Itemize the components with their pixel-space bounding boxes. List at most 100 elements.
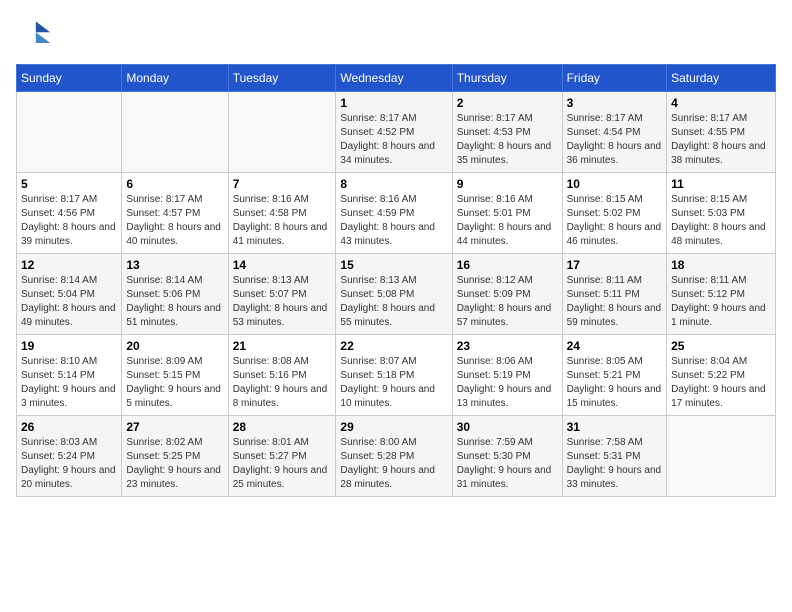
day-number: 17 — [567, 258, 662, 272]
calendar-cell: 11 Sunrise: 8:15 AMSunset: 5:03 PMDayligh… — [667, 173, 776, 254]
day-number: 18 — [671, 258, 771, 272]
calendar-week-3: 12 Sunrise: 8:14 AMSunset: 5:04 PMDayligh… — [17, 254, 776, 335]
calendar-cell: 2Sunrise: 8:17 AMSunset: 4:53 PMDaylight… — [452, 92, 562, 173]
day-info: Sunrise: 8:17 AMSunset: 4:56 PMDaylight:… — [21, 193, 117, 249]
day-number: 5 — [21, 177, 117, 191]
day-info: Sunrise: 8:16 AMSunset: 5:01 PMDaylight:… — [457, 193, 558, 249]
weekday-header-sunday: Sunday — [17, 65, 122, 92]
calendar-cell: 14 Sunrise: 8:13 AMSunset: 5:07 PMDayligh… — [228, 254, 336, 335]
day-info: Sunrise: 8:11 AMSunset: 5:12 PMDaylight:… — [671, 274, 771, 330]
calendar-cell: 29Sunrise: 8:00 AMSunset: 5:28 PMDayligh… — [336, 416, 452, 497]
weekday-header-saturday: Saturday — [667, 65, 776, 92]
day-info: Sunrise: 8:17 AMSunset: 4:55 PMDaylight:… — [671, 112, 771, 168]
day-number: 6 — [126, 177, 223, 191]
calendar-cell: 27 Sunrise: 8:02 AMSunset: 5:25 PMDayligh… — [122, 416, 228, 497]
calendar-cell: 25Sunrise: 8:04 AMSunset: 5:22 PMDayligh… — [667, 335, 776, 416]
day-info: Sunrise: 7:59 AMSunset: 5:30 PMDaylight:… — [457, 436, 558, 492]
calendar-week-1: 1Sunrise: 8:17 AMSunset: 4:52 PMDaylight… — [17, 92, 776, 173]
day-number: 15 — [340, 258, 447, 272]
day-info: Sunrise: 7:58 AMSunset: 5:31 PMDaylight:… — [567, 436, 662, 492]
weekday-header-thursday: Thursday — [452, 65, 562, 92]
day-info: Sunrise: 8:15 AMSunset: 5:03 PMDaylight:… — [671, 193, 771, 249]
calendar-cell: 3 Sunrise: 8:17 AMSunset: 4:54 PMDaylight… — [562, 92, 666, 173]
day-number: 27 — [126, 420, 223, 434]
day-info: Sunrise: 8:09 AMSunset: 5:15 PMDaylight:… — [126, 355, 223, 411]
calendar-cell: 15Sunrise: 8:13 AMSunset: 5:08 PMDayligh… — [336, 254, 452, 335]
calendar-week-2: 5 Sunrise: 8:17 AMSunset: 4:56 PMDaylight… — [17, 173, 776, 254]
day-info: Sunrise: 8:17 AMSunset: 4:53 PMDaylight:… — [457, 112, 558, 168]
day-number: 23 — [457, 339, 558, 353]
day-number: 4 — [671, 96, 771, 110]
calendar-cell: 28 Sunrise: 8:01 AMSunset: 5:27 PMDayligh… — [228, 416, 336, 497]
day-number: 31 — [567, 420, 662, 434]
weekday-header-monday: Monday — [122, 65, 228, 92]
calendar-cell: 17Sunrise: 8:11 AMSunset: 5:11 PMDayligh… — [562, 254, 666, 335]
day-info: Sunrise: 8:03 AMSunset: 5:24 PMDaylight:… — [21, 436, 117, 492]
day-number: 26 — [21, 420, 117, 434]
page-header — [16, 16, 776, 52]
day-info: Sunrise: 8:12 AMSunset: 5:09 PMDaylight:… — [457, 274, 558, 330]
logo-icon — [16, 16, 52, 52]
calendar-cell: 24 Sunrise: 8:05 AMSunset: 5:21 PMDayligh… — [562, 335, 666, 416]
day-number: 30 — [457, 420, 558, 434]
calendar-week-5: 26 Sunrise: 8:03 AMSunset: 5:24 PMDayligh… — [17, 416, 776, 497]
calendar-cell: 1Sunrise: 8:17 AMSunset: 4:52 PMDaylight… — [336, 92, 452, 173]
day-number: 8 — [340, 177, 447, 191]
calendar-cell: 30 Sunrise: 7:59 AMSunset: 5:30 PMDayligh… — [452, 416, 562, 497]
calendar-cell: 20 Sunrise: 8:09 AMSunset: 5:15 PMDayligh… — [122, 335, 228, 416]
day-number: 3 — [567, 96, 662, 110]
day-info: Sunrise: 8:06 AMSunset: 5:19 PMDaylight:… — [457, 355, 558, 411]
day-number: 21 — [233, 339, 332, 353]
day-info: Sunrise: 8:16 AMSunset: 4:58 PMDaylight:… — [233, 193, 332, 249]
calendar-cell: 4 Sunrise: 8:17 AMSunset: 4:55 PMDaylight… — [667, 92, 776, 173]
calendar-week-4: 19 Sunrise: 8:10 AMSunset: 5:14 PMDayligh… — [17, 335, 776, 416]
weekday-header-tuesday: Tuesday — [228, 65, 336, 92]
day-number: 13 — [126, 258, 223, 272]
day-info: Sunrise: 8:04 AMSunset: 5:22 PMDaylight:… — [671, 355, 771, 411]
day-info: Sunrise: 8:17 AMSunset: 4:52 PMDaylight:… — [340, 112, 447, 168]
day-info: Sunrise: 8:16 AMSunset: 4:59 PMDaylight:… — [340, 193, 447, 249]
day-number: 11 — [671, 177, 771, 191]
calendar-body: 1Sunrise: 8:17 AMSunset: 4:52 PMDaylight… — [17, 92, 776, 497]
day-number: 14 — [233, 258, 332, 272]
day-info: Sunrise: 8:02 AMSunset: 5:25 PMDaylight:… — [126, 436, 223, 492]
day-number: 19 — [21, 339, 117, 353]
day-number: 29 — [340, 420, 447, 434]
day-number: 28 — [233, 420, 332, 434]
day-number: 9 — [457, 177, 558, 191]
day-info: Sunrise: 8:17 AMSunset: 4:54 PMDaylight:… — [567, 112, 662, 168]
day-number: 24 — [567, 339, 662, 353]
calendar-cell — [17, 92, 122, 173]
weekday-header-row: SundayMondayTuesdayWednesdayThursdayFrid… — [17, 65, 776, 92]
calendar-cell: 22Sunrise: 8:07 AMSunset: 5:18 PMDayligh… — [336, 335, 452, 416]
calendar-cell: 16 Sunrise: 8:12 AMSunset: 5:09 PMDayligh… — [452, 254, 562, 335]
day-number: 16 — [457, 258, 558, 272]
day-info: Sunrise: 8:08 AMSunset: 5:16 PMDaylight:… — [233, 355, 332, 411]
day-number: 7 — [233, 177, 332, 191]
weekday-header-friday: Friday — [562, 65, 666, 92]
calendar-table: SundayMondayTuesdayWednesdayThursdayFrid… — [16, 64, 776, 497]
day-info: Sunrise: 8:13 AMSunset: 5:07 PMDaylight:… — [233, 274, 332, 330]
calendar-cell: 9 Sunrise: 8:16 AMSunset: 5:01 PMDaylight… — [452, 173, 562, 254]
calendar-cell: 21 Sunrise: 8:08 AMSunset: 5:16 PMDayligh… — [228, 335, 336, 416]
calendar-cell: 12 Sunrise: 8:14 AMSunset: 5:04 PMDayligh… — [17, 254, 122, 335]
logo — [16, 16, 56, 52]
calendar-cell: 31 Sunrise: 7:58 AMSunset: 5:31 PMDayligh… — [562, 416, 666, 497]
calendar-cell — [667, 416, 776, 497]
day-info: Sunrise: 8:07 AMSunset: 5:18 PMDaylight:… — [340, 355, 447, 411]
calendar-cell: 7 Sunrise: 8:16 AMSunset: 4:58 PMDaylight… — [228, 173, 336, 254]
day-info: Sunrise: 8:01 AMSunset: 5:27 PMDaylight:… — [233, 436, 332, 492]
calendar-cell: 10Sunrise: 8:15 AMSunset: 5:02 PMDayligh… — [562, 173, 666, 254]
day-info: Sunrise: 8:14 AMSunset: 5:04 PMDaylight:… — [21, 274, 117, 330]
calendar-cell: 13 Sunrise: 8:14 AMSunset: 5:06 PMDayligh… — [122, 254, 228, 335]
day-info: Sunrise: 8:10 AMSunset: 5:14 PMDaylight:… — [21, 355, 117, 411]
calendar-cell: 8 Sunrise: 8:16 AMSunset: 4:59 PMDaylight… — [336, 173, 452, 254]
calendar-cell: 6Sunrise: 8:17 AMSunset: 4:57 PMDaylight… — [122, 173, 228, 254]
day-info: Sunrise: 8:05 AMSunset: 5:21 PMDaylight:… — [567, 355, 662, 411]
calendar-header: SundayMondayTuesdayWednesdayThursdayFrid… — [17, 65, 776, 92]
calendar-cell: 18 Sunrise: 8:11 AMSunset: 5:12 PMDayligh… — [667, 254, 776, 335]
day-info: Sunrise: 8:14 AMSunset: 5:06 PMDaylight:… — [126, 274, 223, 330]
day-number: 20 — [126, 339, 223, 353]
calendar-cell: 26 Sunrise: 8:03 AMSunset: 5:24 PMDayligh… — [17, 416, 122, 497]
day-number: 12 — [21, 258, 117, 272]
